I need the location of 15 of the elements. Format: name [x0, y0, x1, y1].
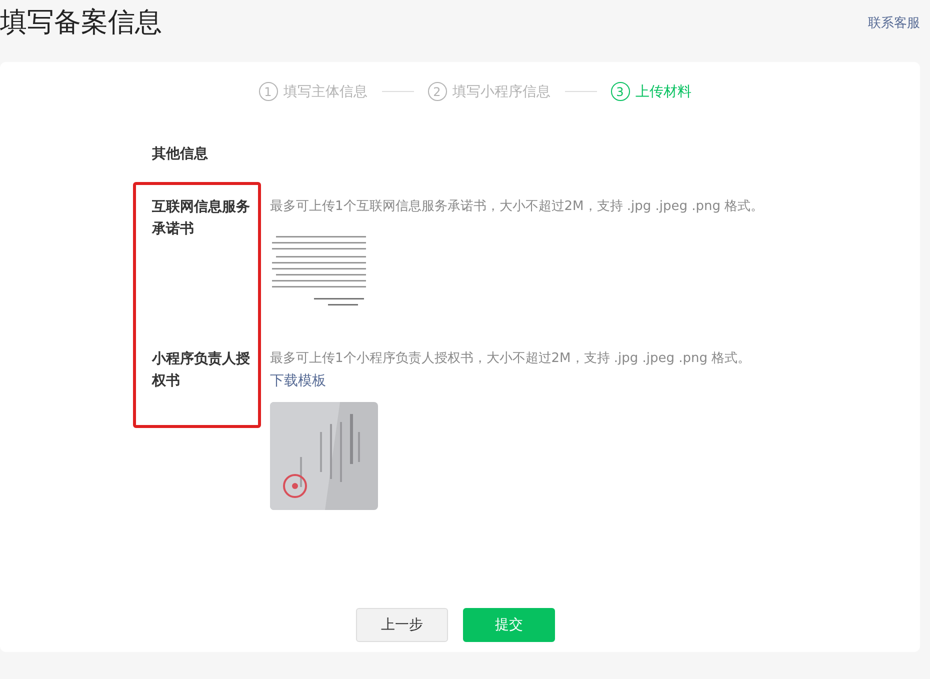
field-label: 小程序负责人授权书	[152, 350, 250, 391]
upload-hint: 最多可上传1个互联网信息服务承诺书，大小不超过2M，支持 .jpg .jpeg .png 格式。	[270, 198, 765, 216]
step-number: 1	[258, 82, 278, 101]
step-label: 上传材料	[636, 82, 692, 100]
step-label: 填写主体信息	[284, 82, 368, 100]
section-title: 其他信息	[152, 145, 209, 163]
step-label: 填写小程序信息	[452, 82, 550, 100]
page-title: 填写备案信息	[0, 6, 162, 40]
step-number: 2	[428, 82, 446, 101]
download-template-link[interactable]: 下载模板	[270, 370, 326, 392]
field-label: 互联网信息服务承诺书	[152, 198, 250, 239]
support-link[interactable]: 联系客服	[868, 14, 920, 32]
back-button[interactable]: 上一步	[356, 608, 448, 642]
upload-hint: 最多可上传1个小程序负责人授权书，大小不超过2M，支持 .jpg .jpeg .png 格式。	[270, 350, 752, 368]
step-number: 3	[610, 82, 630, 101]
